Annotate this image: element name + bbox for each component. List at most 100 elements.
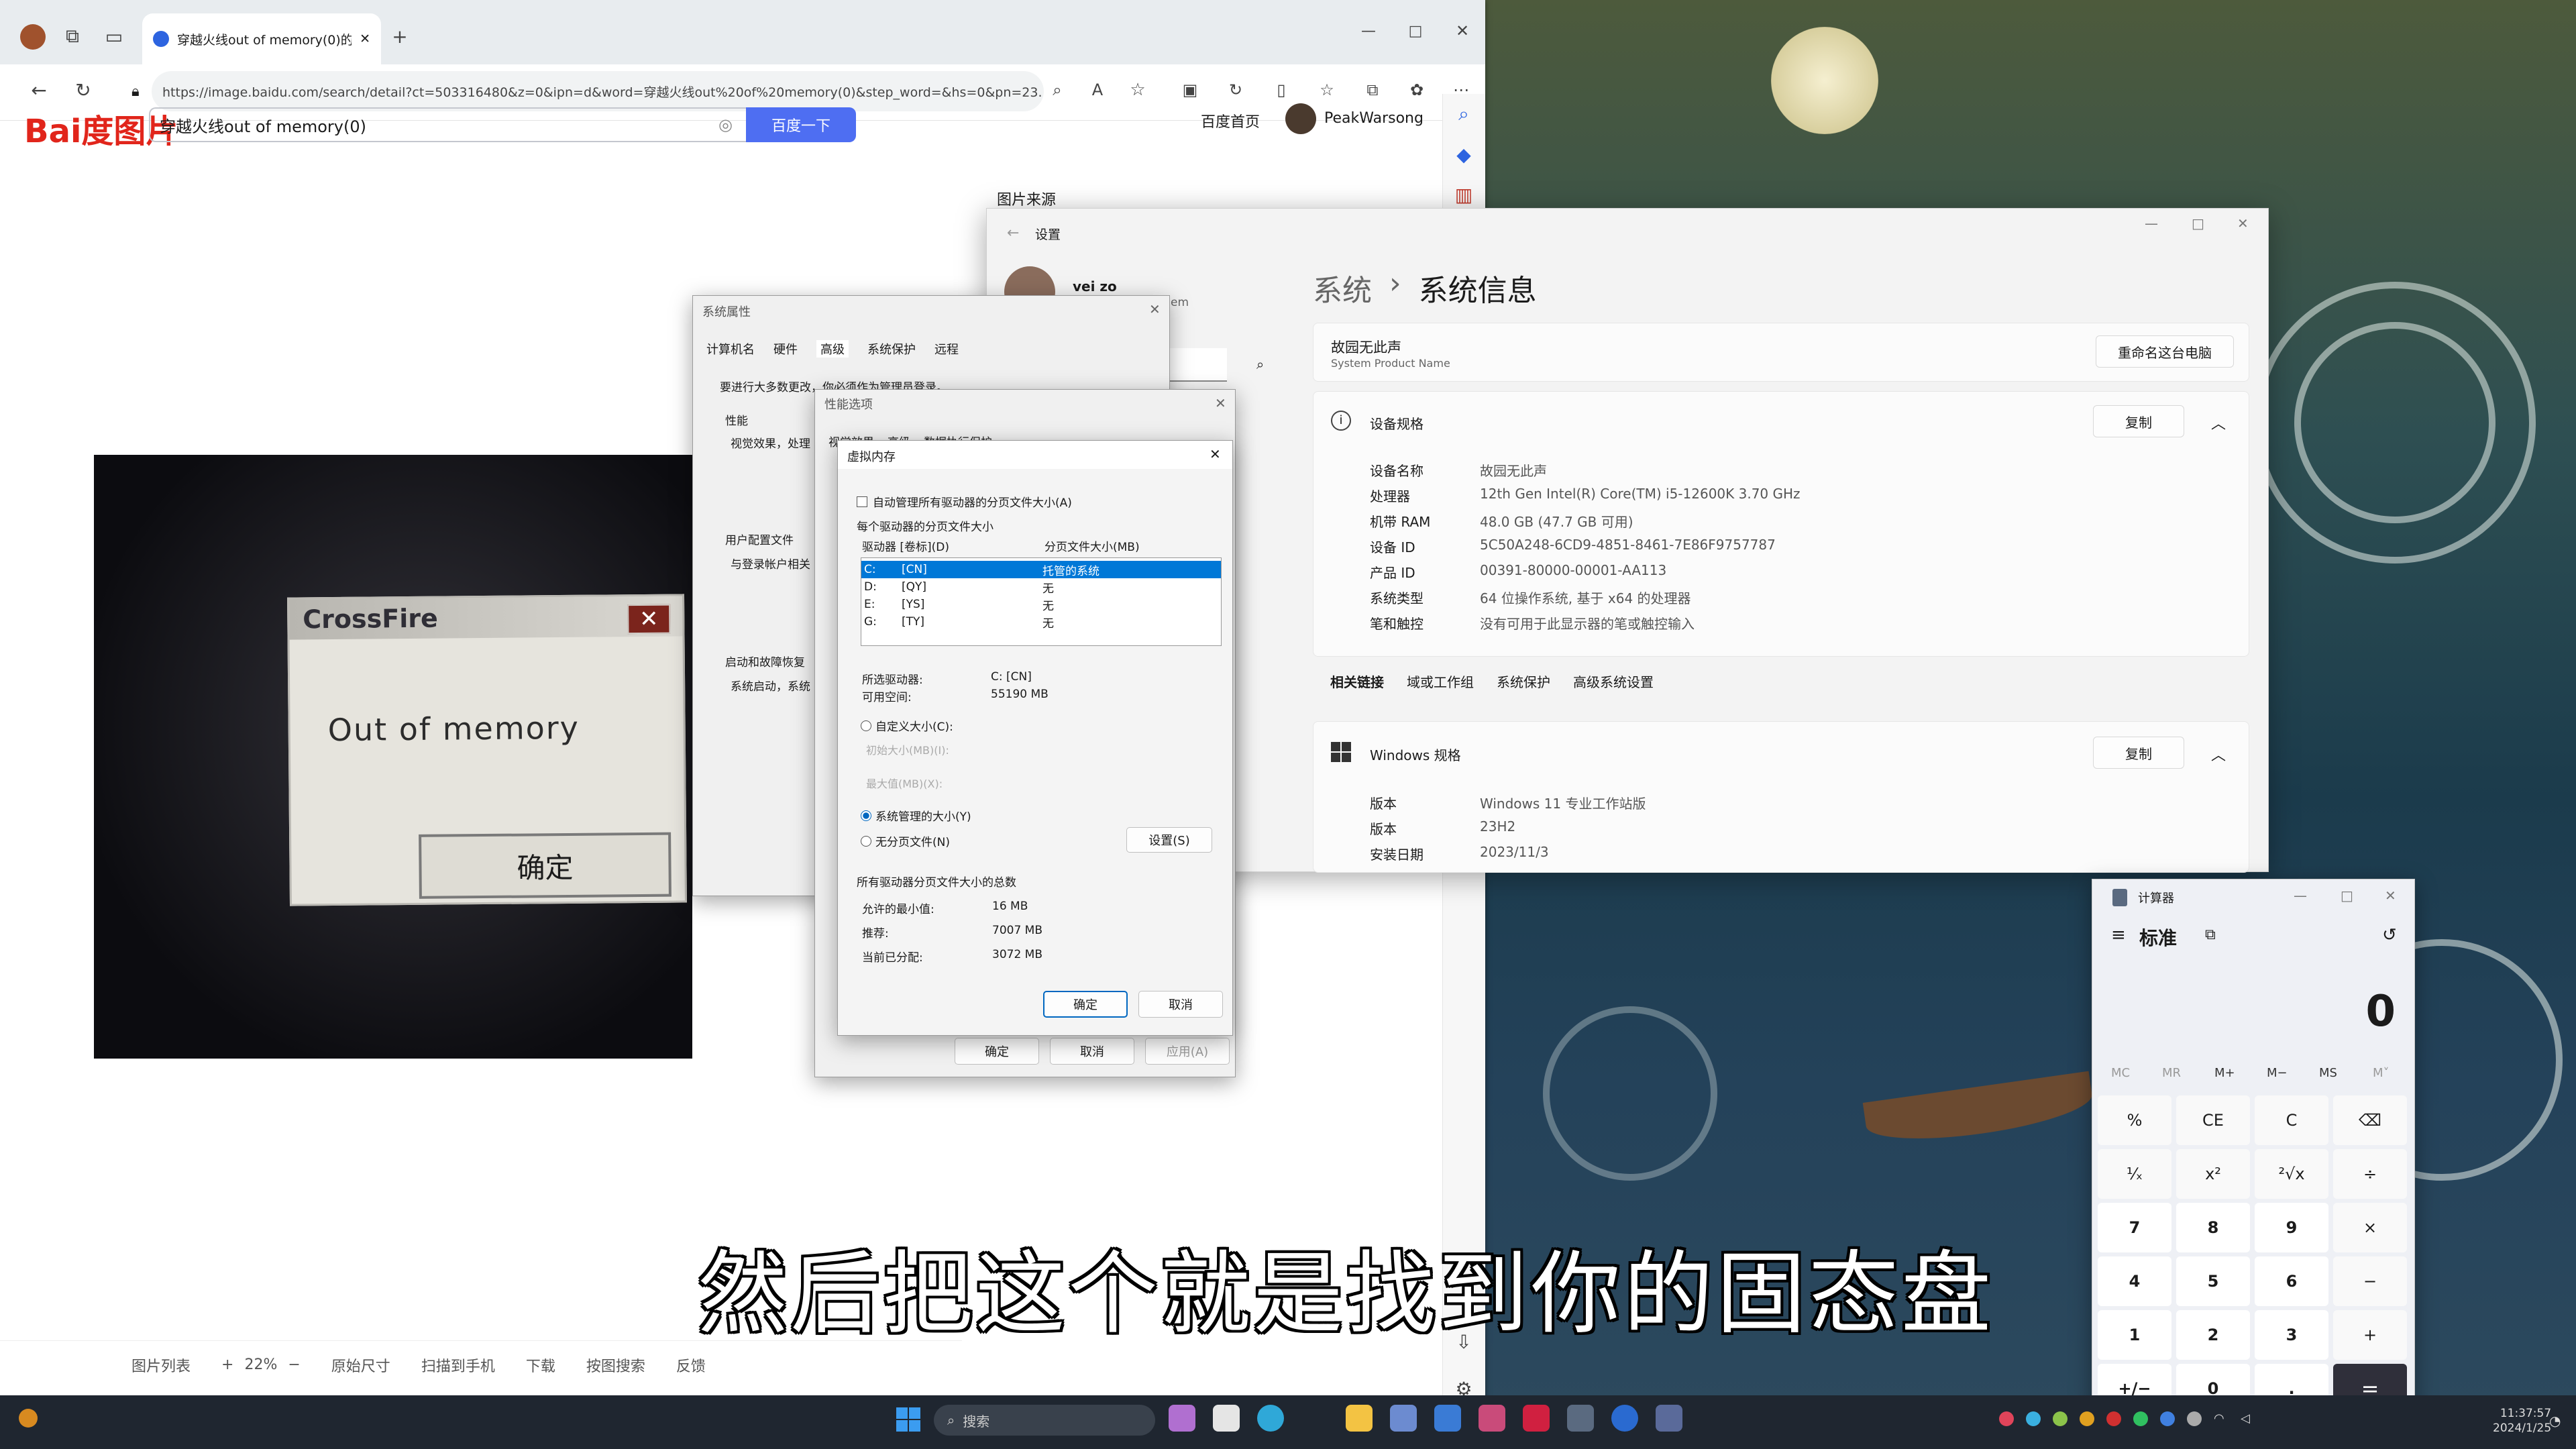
- read-aloud-icon[interactable]: A: [1084, 76, 1111, 103]
- calc-key-nine-button[interactable]: 9: [2255, 1203, 2328, 1252]
- no-paging-radio[interactable]: 无分页文件(N): [861, 833, 950, 849]
- url-field[interactable]: https://image.baidu.com/search/detail?ct…: [152, 71, 1044, 111]
- tray-icon[interactable]: [2080, 1411, 2094, 1426]
- maximize-icon[interactable]: □: [1402, 17, 1429, 44]
- close-icon[interactable]: ✕: [360, 32, 370, 46]
- favorite-star-icon[interactable]: ☆: [1124, 76, 1151, 103]
- tray-icon[interactable]: [2026, 1411, 2041, 1426]
- clock[interactable]: 11:37:57 2024/1/25: [2493, 1406, 2551, 1436]
- keep-on-top-icon[interactable]: ⧉: [2205, 926, 2216, 943]
- close-icon[interactable]: ✕: [1149, 301, 1161, 317]
- close-icon[interactable]: ✕: [1215, 395, 1226, 411]
- close-icon[interactable]: ✕: [2237, 215, 2249, 231]
- app-icon[interactable]: [1479, 1405, 1505, 1432]
- username[interactable]: PeakWarsong: [1324, 110, 1424, 127]
- set-button[interactable]: 设置(S): [1126, 827, 1212, 853]
- screen-icon[interactable]: ▣: [1177, 76, 1203, 103]
- link-protection[interactable]: 系统保护: [1497, 672, 1550, 691]
- minimize-icon[interactable]: —: [2145, 215, 2158, 231]
- app-icon[interactable]: [1523, 1405, 1550, 1432]
- calc-key-one-button[interactable]: 1: [2098, 1310, 2171, 1360]
- auto-manage-checkbox[interactable]: 自动管理所有驱动器的分页文件大小(A): [857, 493, 1072, 510]
- cancel-button[interactable]: 取消: [1050, 1038, 1134, 1065]
- tray-icon[interactable]: [2106, 1411, 2121, 1426]
- original-size-button[interactable]: 原始尺寸: [331, 1354, 390, 1376]
- calc-key-percent-button[interactable]: %: [2098, 1095, 2171, 1145]
- back-icon[interactable]: ←: [25, 76, 52, 103]
- tray-icon[interactable]: [2160, 1411, 2175, 1426]
- ok-button[interactable]: 确定: [1043, 991, 1128, 1018]
- copy-button[interactable]: 复制: [2093, 737, 2184, 769]
- chevron-up-icon[interactable]: ︿: [2211, 412, 2226, 433]
- maximize-icon[interactable]: □: [2341, 888, 2353, 904]
- new-tab-icon[interactable]: +: [386, 23, 413, 50]
- download-button[interactable]: 下载: [526, 1354, 555, 1376]
- wifi-icon[interactable]: ◠: [2214, 1411, 2229, 1426]
- radio-circle[interactable]: [861, 720, 871, 731]
- tab-computer-name[interactable]: 计算机名: [706, 340, 755, 358]
- history-icon[interactable]: ↺: [2382, 925, 2397, 945]
- volume-icon[interactable]: ◁: [2241, 1411, 2255, 1426]
- image-list-button[interactable]: 图片列表: [131, 1354, 191, 1376]
- app-icon[interactable]: [1567, 1405, 1594, 1432]
- close-icon[interactable]: ✕: [2385, 888, 2396, 904]
- checkbox-box[interactable]: [857, 496, 867, 507]
- calc-key-divide-button[interactable]: ÷: [2333, 1149, 2407, 1199]
- app-icon[interactable]: [1390, 1405, 1417, 1432]
- memory-recall-button[interactable]: MR: [2162, 1066, 2181, 1080]
- tab-system-protection[interactable]: 系统保护: [867, 340, 916, 358]
- browser-tab[interactable]: 穿越火线out of memory(0)的搜索 ✕: [142, 13, 381, 64]
- folder-icon[interactable]: [1346, 1405, 1373, 1432]
- memory-subtract-button[interactable]: M−: [2267, 1066, 2288, 1080]
- close-icon[interactable]: ✕: [1210, 446, 1221, 462]
- app-icon[interactable]: [1611, 1405, 1638, 1432]
- search-input[interactable]: [1161, 348, 1227, 382]
- collections-icon[interactable]: ⧉: [59, 23, 86, 50]
- apply-button[interactable]: 应用(A): [1145, 1038, 1230, 1065]
- calc-key-clear-button[interactable]: C: [2255, 1095, 2328, 1145]
- tag-icon[interactable]: ◆: [1450, 141, 1477, 168]
- minimize-icon[interactable]: —: [1355, 17, 1382, 44]
- image-search-button[interactable]: 按图搜索: [586, 1354, 645, 1376]
- calc-key-seven-button[interactable]: 7: [2098, 1203, 2171, 1252]
- memory-add-button[interactable]: M+: [2214, 1066, 2235, 1080]
- calc-key-multiply-button[interactable]: ×: [2333, 1203, 2407, 1252]
- menu-icon[interactable]: ≡: [2111, 925, 2126, 945]
- extensions-icon[interactable]: ✿: [1403, 76, 1430, 103]
- calc-key-four-button[interactable]: 4: [2098, 1256, 2171, 1306]
- search-icon[interactable]: ⌕: [1450, 101, 1477, 127]
- scan-to-phone-button[interactable]: 扫描到手机: [421, 1354, 495, 1376]
- tab-advanced[interactable]: 高级: [816, 340, 849, 358]
- tray-icon[interactable]: [2053, 1411, 2068, 1426]
- task-view-icon[interactable]: [1169, 1405, 1195, 1432]
- refresh-ext-icon[interactable]: ↻: [1222, 76, 1249, 103]
- camera-icon[interactable]: ◎: [718, 115, 733, 134]
- list-item[interactable]: D: [QY] 无: [861, 578, 1221, 596]
- memory-clear-button[interactable]: MC: [2111, 1066, 2130, 1080]
- calc-key-square-button[interactable]: x²: [2176, 1149, 2250, 1199]
- tray-icon[interactable]: [2133, 1411, 2148, 1426]
- notification-icon[interactable]: [19, 1409, 38, 1428]
- refresh-icon[interactable]: ↻: [70, 76, 97, 103]
- rename-button[interactable]: 重命名这台电脑: [2096, 335, 2234, 368]
- close-icon[interactable]: ✕: [1449, 17, 1476, 44]
- memory-list-button[interactable]: M˅: [2373, 1066, 2390, 1080]
- split-icon[interactable]: ▯: [1268, 76, 1295, 103]
- explorer-icon[interactable]: [1213, 1405, 1240, 1432]
- search-button[interactable]: 百度一下: [746, 107, 856, 142]
- link-advanced[interactable]: 高级系统设置: [1573, 672, 1654, 691]
- calc-key-add-button[interactable]: +: [2333, 1310, 2407, 1360]
- app-icon[interactable]: [1434, 1405, 1461, 1432]
- tab-actions-icon[interactable]: ▭: [101, 23, 127, 50]
- cancel-button[interactable]: 取消: [1138, 991, 1223, 1018]
- drive-list[interactable]: C: [CN] 托管的系统 D: [QY] 无 E: [YS] 无 G: [TY…: [861, 557, 1222, 646]
- tray-icon[interactable]: [1999, 1411, 2014, 1426]
- calc-key-five-button[interactable]: 5: [2176, 1256, 2250, 1306]
- ok-button[interactable]: 确定: [955, 1038, 1039, 1065]
- tab-remote[interactable]: 远程: [934, 340, 959, 358]
- tray-icon[interactable]: [2187, 1411, 2202, 1426]
- custom-size-radio[interactable]: 自定义大小(C):: [861, 717, 953, 734]
- radio-circle[interactable]: [861, 835, 871, 847]
- back-icon[interactable]: ←: [1007, 225, 1019, 241]
- toolbox-icon[interactable]: ▥: [1450, 181, 1477, 208]
